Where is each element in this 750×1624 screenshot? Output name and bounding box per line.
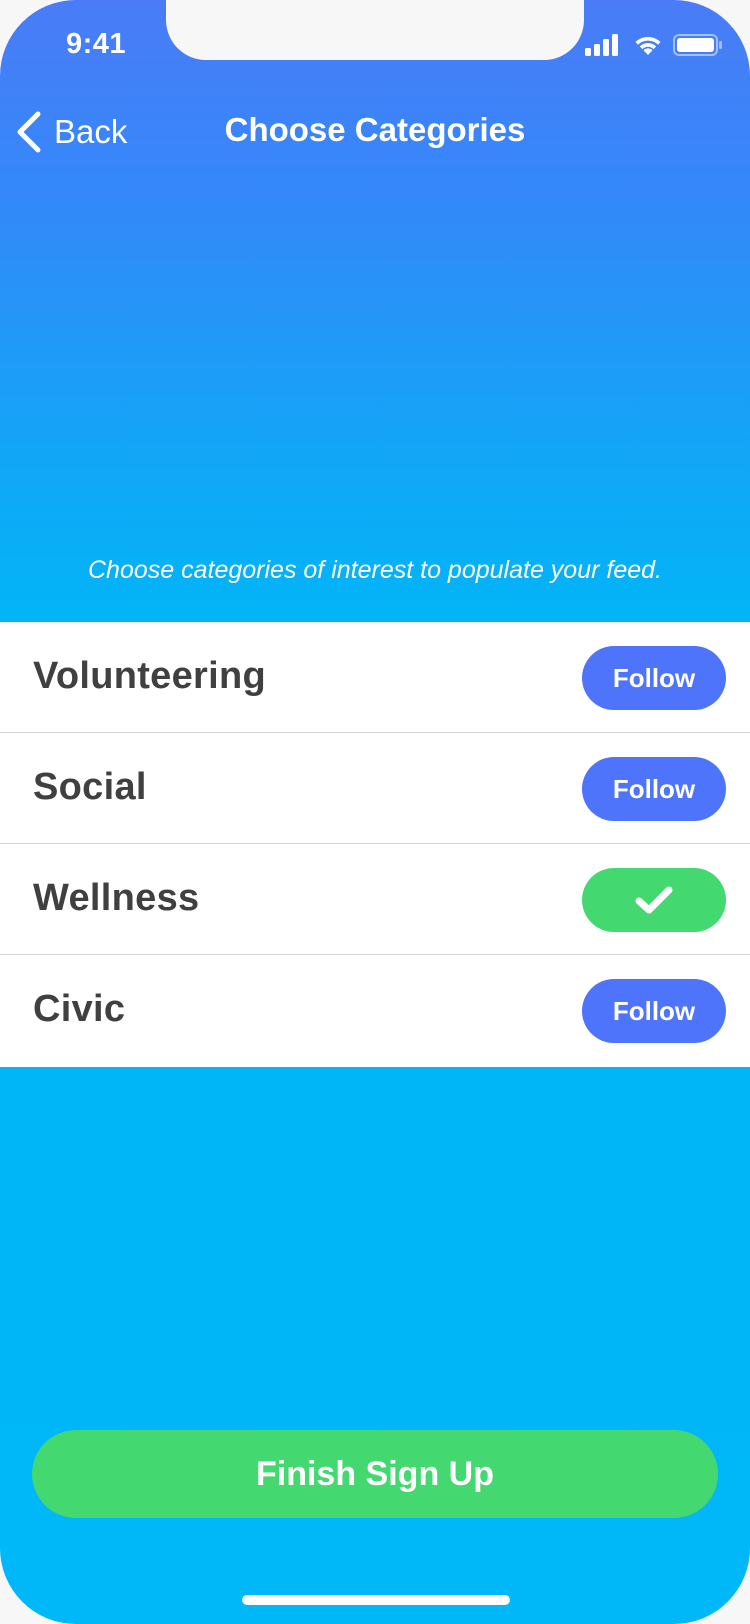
category-row-wellness: Wellness — [0, 844, 750, 955]
following-button-wellness[interactable] — [582, 868, 726, 932]
category-row-social: Social Follow — [0, 733, 750, 844]
instruction-text: Choose categories of interest to populat… — [88, 556, 662, 584]
category-row-volunteering: Volunteering Follow — [0, 622, 750, 733]
finish-sign-up-button[interactable]: Finish Sign Up — [32, 1430, 718, 1518]
page-title: Choose Categories — [224, 111, 526, 148]
back-button[interactable]: Back — [14, 108, 127, 156]
status-icons — [585, 34, 725, 58]
follow-button-civic[interactable]: Follow — [582, 979, 726, 1043]
status-time: 9:41 — [66, 28, 127, 60]
follow-button-social[interactable]: Follow — [582, 757, 726, 821]
back-label: Back — [54, 113, 128, 150]
cellular-signal-icon — [585, 34, 618, 56]
battery-icon — [673, 34, 722, 56]
category-name: Social — [33, 766, 147, 808]
category-row-civic: Civic Follow — [0, 955, 750, 1067]
home-indicator[interactable] — [242, 1595, 510, 1605]
device-notch — [166, 0, 584, 60]
category-name: Wellness — [33, 877, 200, 919]
category-list: Volunteering Follow Social Follow Wellne… — [0, 622, 750, 1067]
follow-button-volunteering[interactable]: Follow — [582, 646, 726, 710]
checkmark-icon — [635, 886, 673, 914]
category-name: Volunteering — [33, 655, 267, 697]
wifi-icon — [635, 36, 661, 55]
chevron-left-icon — [17, 111, 41, 153]
category-name: Civic — [33, 988, 126, 1030]
phone-screen: 9:41 Back Choose Categories Choose categ… — [0, 0, 750, 1624]
